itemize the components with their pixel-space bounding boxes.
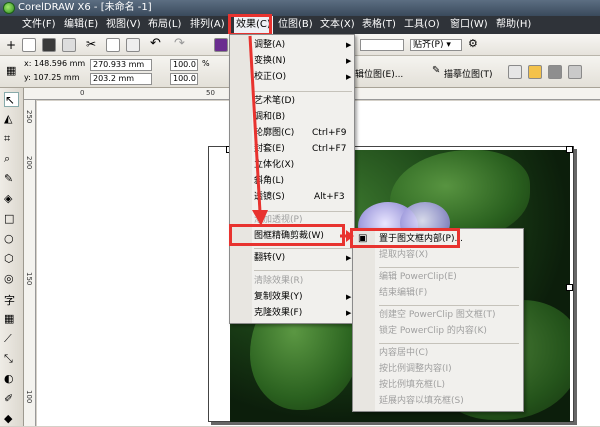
annotation-arrow [248, 35, 354, 242]
arrow-head [346, 230, 354, 242]
arrow-shaft [248, 35, 262, 213]
arrow-head [252, 210, 268, 226]
